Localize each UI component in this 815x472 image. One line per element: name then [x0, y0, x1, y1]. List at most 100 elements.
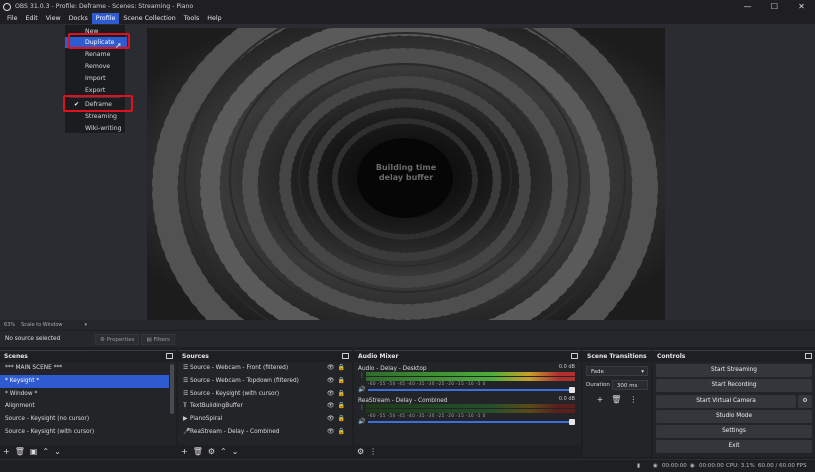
- slider-handle[interactable]: [569, 419, 575, 425]
- mixer-channel-reastream: ReaStream - Delay - Combined 0.0 dB ⋮ -6…: [354, 394, 581, 426]
- source-label: ReaStream - Delay - Combined: [190, 428, 280, 435]
- sources-dock: Sources ☰ Source - Webcam - Front (filter…: [178, 350, 352, 457]
- menu-docks[interactable]: Docks: [65, 13, 92, 24]
- source-item[interactable]: ☰ Source - Webcam - Topdown (filtered) 👁🔒: [178, 375, 352, 388]
- scene-item[interactable]: Alignment: [0, 400, 169, 413]
- audio-mixer-header: Audio Mixer: [354, 351, 581, 362]
- highlight-box-deframe: [63, 95, 133, 112]
- list-icon: ☰: [183, 364, 189, 371]
- visibility-lock-icons[interactable]: 👁🔒: [327, 388, 348, 401]
- scenes-scrollbar[interactable]: [170, 364, 174, 414]
- window-title: OBS 31.0.3 - Profile: Deframe - Scenes: …: [15, 3, 194, 10]
- start-virtual-camera-button[interactable]: Start Virtual Camera: [656, 394, 796, 408]
- menu-view[interactable]: View: [42, 13, 65, 24]
- menu-profile[interactable]: Profile: [91, 13, 120, 24]
- menu-edit[interactable]: Edit: [22, 13, 42, 24]
- sources-toolbar: + 🗑 ⚙ ⌃ ⌄: [178, 445, 352, 457]
- menu-item-profile-streaming[interactable]: Streaming: [65, 111, 127, 122]
- exit-button[interactable]: Exit: [656, 440, 812, 454]
- scenes-dock: Scenes *** MAIN SCENE *** * Keysight * *…: [0, 350, 176, 457]
- menu-bar: File Edit View Docks Profile Scene Colle…: [0, 13, 815, 24]
- menu-file[interactable]: File: [3, 13, 22, 24]
- visibility-lock-icons[interactable]: 👁🔒: [327, 362, 348, 375]
- title-bar: OBS 31.0.3 - Profile: Deframe - Scenes: …: [0, 0, 815, 13]
- menu-item-rename[interactable]: Rename: [65, 49, 127, 60]
- visibility-lock-icons[interactable]: 👁🔒: [327, 426, 348, 439]
- speaker-icon[interactable]: 🔊: [358, 386, 365, 393]
- trash-icon[interactable]: 🗑: [193, 447, 203, 456]
- meter-scale: -60 -55 -50 -45 -40 -35 -30 -25 -20 -15 …: [368, 413, 486, 418]
- add-scene-icon[interactable]: +: [3, 447, 10, 456]
- minimize-button[interactable]: —: [734, 0, 761, 13]
- properties-button[interactable]: ⚙ Properties: [95, 333, 140, 345]
- speaker-icon[interactable]: 🔊: [358, 418, 365, 425]
- program-preview[interactable]: Building time delay buffer: [147, 28, 665, 320]
- source-item[interactable]: ☰ Source - Keysight (with cursor) 👁🔒: [178, 388, 352, 401]
- undock-icon[interactable]: [342, 353, 349, 359]
- record-time: 00:00:00: [699, 463, 724, 469]
- add-source-icon[interactable]: +: [181, 447, 188, 456]
- volume-meter: [366, 404, 575, 408]
- menu-item-profile-wiki-writing[interactable]: Wiki-writing: [65, 123, 127, 134]
- scene-item[interactable]: Source - Keysight (no cursor): [0, 413, 169, 426]
- filters-button[interactable]: ▤ Filters: [141, 333, 175, 345]
- source-item[interactable]: 🎤ReaStream - Delay - Combined 👁🔒: [178, 426, 352, 439]
- start-streaming-button[interactable]: Start Streaming: [656, 364, 812, 377]
- add-transition-icon[interactable]: +: [597, 395, 604, 404]
- scene-item[interactable]: Source - Keysight (with cursor): [0, 426, 169, 439]
- start-recording-button[interactable]: Start Recording: [656, 379, 812, 393]
- scene-item-selected[interactable]: * Keysight *: [0, 374, 169, 388]
- undock-icon[interactable]: [166, 353, 173, 359]
- close-button[interactable]: ✕: [788, 0, 815, 13]
- chevron-down-icon: ▾: [641, 369, 644, 375]
- filter-icon: ▤: [146, 336, 152, 343]
- settings-button[interactable]: Settings: [656, 425, 812, 439]
- source-item[interactable]: ▶ PianoSpiral 👁🔒: [178, 413, 352, 426]
- virtual-camera-settings-gear-icon[interactable]: ⚙: [798, 394, 812, 408]
- overlay-line-1: Building time: [375, 163, 437, 172]
- more-options-icon[interactable]: ⋮: [629, 395, 637, 404]
- visibility-lock-icons[interactable]: 👁🔒: [327, 413, 348, 426]
- channel-db: 0.0 dB: [558, 396, 575, 402]
- menu-item-remove[interactable]: Remove: [65, 61, 127, 72]
- studio-mode-button[interactable]: Studio Mode: [656, 409, 812, 423]
- filters-label: Filters: [153, 336, 170, 343]
- volume-slider[interactable]: [368, 419, 575, 425]
- move-down-icon[interactable]: ⌄: [54, 447, 61, 456]
- menu-help[interactable]: Help: [203, 13, 225, 24]
- source-item[interactable]: 𝐓 TextBuildingBuffer 👁🔒: [178, 400, 352, 413]
- undock-icon[interactable]: [805, 353, 812, 359]
- more-options-icon[interactable]: ⋮: [369, 447, 377, 456]
- move-down-icon[interactable]: ⌄: [232, 447, 239, 456]
- scene-filter-icon[interactable]: ▣: [30, 447, 38, 456]
- microphone-icon: 🎤: [183, 427, 191, 435]
- text-source-icon: 𝐓: [183, 402, 187, 410]
- move-up-icon[interactable]: ⌃: [220, 447, 227, 456]
- more-options-icon[interactable]: ⋮: [359, 404, 365, 411]
- mouse-cursor-icon: ➚: [115, 41, 122, 50]
- menu-tools[interactable]: Tools: [180, 13, 204, 24]
- more-options-icon[interactable]: ⋮: [359, 372, 365, 379]
- duration-input[interactable]: 300 ms: [611, 380, 648, 390]
- zoom-mode-select[interactable]: Scale to Window: [21, 322, 62, 328]
- visibility-lock-icons[interactable]: 👁🔒: [327, 375, 348, 388]
- menu-item-import[interactable]: Import: [65, 73, 127, 84]
- visibility-lock-icons[interactable]: 👁🔒: [327, 400, 348, 413]
- undock-icon[interactable]: [571, 353, 578, 359]
- chevron-down-icon[interactable]: ▾: [85, 322, 88, 328]
- scene-item[interactable]: *** MAIN SCENE ***: [0, 362, 169, 375]
- trash-icon[interactable]: 🗑: [611, 395, 621, 404]
- trash-icon[interactable]: 🗑: [15, 447, 25, 456]
- scene-item[interactable]: * Window *: [0, 388, 169, 401]
- gear-icon[interactable]: ⚙: [357, 447, 364, 456]
- volume-slider[interactable]: [368, 387, 575, 393]
- move-up-icon[interactable]: ⌃: [42, 447, 49, 456]
- transition-select[interactable]: Fade ▾: [586, 366, 648, 376]
- slider-handle[interactable]: [569, 387, 575, 393]
- source-label: Source - Webcam - Front (filtered): [190, 365, 289, 371]
- source-item[interactable]: ☰ Source - Webcam - Front (filtered) 👁🔒: [178, 362, 352, 375]
- menu-scene-collection[interactable]: Scene Collection: [119, 13, 179, 24]
- gear-icon[interactable]: ⚙: [208, 447, 215, 456]
- maximize-button[interactable]: ☐: [761, 0, 788, 13]
- channel-db: 0.0 dB: [558, 364, 575, 370]
